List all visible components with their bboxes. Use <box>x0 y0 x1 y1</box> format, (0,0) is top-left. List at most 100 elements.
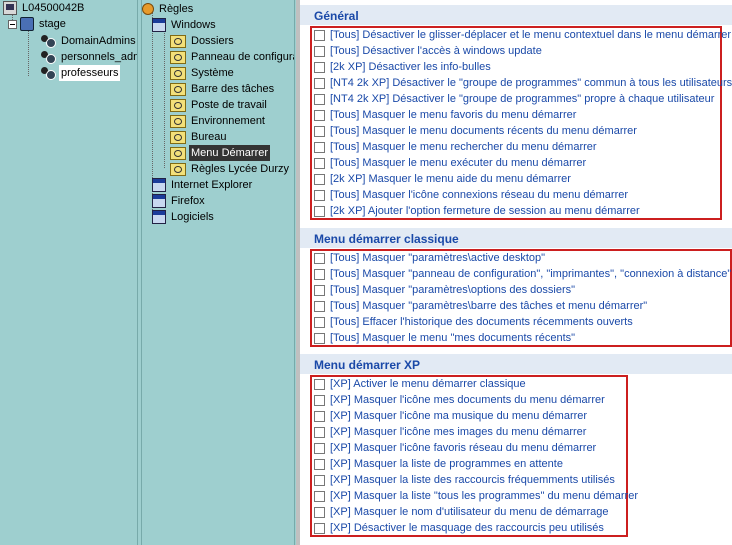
option-checkbox[interactable] <box>314 410 325 422</box>
option-label: [Tous] Masquer le menu exécuter du menu … <box>330 157 587 169</box>
window-icon <box>152 194 166 208</box>
tree-item-windows[interactable]: Windows <box>152 17 218 33</box>
option-row-general[interactable]: [2k XP] Ajouter l'option fermeture de se… <box>314 203 640 219</box>
option-checkbox[interactable] <box>314 506 325 518</box>
tree-item-internet-explorer[interactable]: Internet Explorer <box>152 177 254 193</box>
option-checkbox[interactable] <box>314 394 325 406</box>
tree-item-computer[interactable]: L04500042B <box>3 0 86 16</box>
option-checkbox[interactable] <box>314 205 325 217</box>
option-checkbox[interactable] <box>314 93 325 105</box>
option-checkbox[interactable] <box>314 284 325 296</box>
option-row-xp[interactable]: [XP] Masquer la liste de programmes en a… <box>314 456 563 472</box>
option-checkbox[interactable] <box>314 173 325 185</box>
option-row-general[interactable]: [Tous] Masquer le menu documents récents… <box>314 123 637 139</box>
tree-item-regles-lycee[interactable]: Règles Lycée Durzy <box>170 161 291 177</box>
option-checkbox[interactable] <box>314 268 325 280</box>
option-checkbox[interactable] <box>314 332 325 344</box>
settings-pane: Général Menu démarrer classique Menu dém… <box>296 0 732 545</box>
tree-item-bureau[interactable]: Bureau <box>170 129 228 145</box>
tree-item-label: personnels_adm <box>61 51 138 63</box>
window-icon <box>152 210 166 224</box>
option-label: [2k XP] Masquer le menu aide du menu dém… <box>330 173 571 185</box>
option-label: [Tous] Masquer "paramètres\active deskto… <box>330 252 546 264</box>
option-row-xp[interactable]: [XP] Masquer le nom d'utilisateur du men… <box>314 504 608 520</box>
tree-item-personnels-adm[interactable]: personnels_adm <box>40 49 138 65</box>
option-label: [XP] Masquer l'icône mes documents du me… <box>330 394 605 406</box>
option-checkbox[interactable] <box>314 157 325 169</box>
option-checkbox[interactable] <box>314 189 325 201</box>
option-checkbox[interactable] <box>314 442 325 454</box>
option-checkbox[interactable] <box>314 378 325 390</box>
option-checkbox[interactable] <box>314 77 325 89</box>
tree-item-systeme[interactable]: Système <box>170 65 236 81</box>
rules-tree-pane: Règles Windows Dossiers Panneau de confi… <box>141 0 295 545</box>
tree-item-stage[interactable]: stage <box>8 16 68 32</box>
option-checkbox[interactable] <box>314 426 325 438</box>
tree-item-regles[interactable]: Règles <box>142 1 195 17</box>
tree-item-label: Menu Démarrer <box>189 145 271 161</box>
option-checkbox[interactable] <box>314 109 325 121</box>
option-row-general[interactable]: [2k XP] Masquer le menu aide du menu dém… <box>314 171 571 187</box>
option-label: [XP] Masquer la liste "tous les programm… <box>330 490 638 502</box>
tree-item-environnement[interactable]: Environnement <box>170 113 267 129</box>
option-checkbox[interactable] <box>314 141 325 153</box>
section-title-classique: Menu démarrer classique <box>314 232 459 246</box>
option-checkbox[interactable] <box>314 252 325 264</box>
option-checkbox[interactable] <box>314 45 325 57</box>
option-row-classique[interactable]: [Tous] Masquer "paramètres\options des d… <box>314 282 575 298</box>
tree-item-panneau[interactable]: Panneau de configura <box>170 49 294 65</box>
option-row-xp[interactable]: [XP] Activer le menu démarrer classique <box>314 376 526 392</box>
option-row-general[interactable]: [Tous] Masquer le menu favoris du menu d… <box>314 107 576 123</box>
option-label: [Tous] Masquer le menu "mes documents ré… <box>330 332 576 344</box>
option-checkbox[interactable] <box>314 458 325 470</box>
option-row-general[interactable]: [NT4 2k XP] Désactiver le "groupe de pro… <box>314 91 714 107</box>
option-checkbox[interactable] <box>314 522 325 534</box>
option-label: [XP] Masquer la liste des raccourcis fré… <box>330 474 615 486</box>
option-label: [Tous] Masquer l'icône connexions réseau… <box>330 189 629 201</box>
tree-item-label: Internet Explorer <box>171 179 253 191</box>
tree-item-poste-travail[interactable]: Poste de travail <box>170 97 269 113</box>
collapse-toggle-icon[interactable] <box>8 19 17 29</box>
option-row-general[interactable]: [Tous] Masquer le menu rechercher du men… <box>314 139 597 155</box>
tree-item-barre-taches[interactable]: Barre des tâches <box>170 81 276 97</box>
option-row-xp[interactable]: [XP] Masquer l'icône favoris réseau du m… <box>314 440 596 456</box>
left-tree-pane: L04500042B stage DomainAdmins personnels… <box>0 0 138 545</box>
option-checkbox[interactable] <box>314 474 325 486</box>
tree-item-professeurs[interactable]: professeurs <box>40 65 121 81</box>
section-title-xp: Menu démarrer XP <box>314 358 421 372</box>
folder-icon <box>170 130 186 144</box>
option-row-classique[interactable]: [Tous] Effacer l'historique des document… <box>314 314 633 330</box>
option-row-xp[interactable]: [XP] Masquer l'icône mes images du menu … <box>314 424 586 440</box>
tree-item-domainadmins[interactable]: DomainAdmins <box>40 33 137 49</box>
option-checkbox[interactable] <box>314 316 325 328</box>
option-row-general[interactable]: [Tous] Désactiver l'accès à windows upda… <box>314 43 542 59</box>
option-row-xp[interactable]: [XP] Masquer la liste "tous les programm… <box>314 488 638 504</box>
tree-item-dossiers[interactable]: Dossiers <box>170 33 236 49</box>
option-row-general[interactable]: [Tous] Masquer l'icône connexions réseau… <box>314 187 628 203</box>
tree-item-firefox[interactable]: Firefox <box>152 193 207 209</box>
tree-item-logiciels[interactable]: Logiciels <box>152 209 216 225</box>
option-checkbox[interactable] <box>314 29 325 41</box>
option-row-xp[interactable]: [XP] Masquer la liste des raccourcis fré… <box>314 472 615 488</box>
section-header-bg <box>300 5 732 25</box>
folder-icon <box>170 34 186 48</box>
option-row-general[interactable]: [Tous] Masquer le menu exécuter du menu … <box>314 155 586 171</box>
option-row-general[interactable]: [NT4 2k XP] Désactiver le "groupe de pro… <box>314 75 732 91</box>
folder-icon <box>170 162 186 176</box>
option-row-classique[interactable]: [Tous] Masquer "paramètres\active deskto… <box>314 250 545 266</box>
folder-icon <box>170 114 186 128</box>
option-row-general[interactable]: [2k XP] Désactiver les info-bulles <box>314 59 491 75</box>
option-row-general[interactable]: [Tous] Désactiver le glisser-déplacer et… <box>314 27 731 43</box>
tree-item-menu-demarrer[interactable]: Menu Démarrer <box>170 145 271 161</box>
tree-item-label: stage <box>39 18 66 30</box>
option-checkbox[interactable] <box>314 300 325 312</box>
option-checkbox[interactable] <box>314 490 325 502</box>
option-row-xp[interactable]: [XP] Masquer l'icône mes documents du me… <box>314 392 605 408</box>
option-row-xp[interactable]: [XP] Masquer l'icône ma musique du menu … <box>314 408 587 424</box>
option-checkbox[interactable] <box>314 61 325 73</box>
option-row-xp[interactable]: [XP] Désactiver le masquage des raccourc… <box>314 520 604 536</box>
option-row-classique[interactable]: [Tous] Masquer le menu "mes documents ré… <box>314 330 575 346</box>
option-row-classique[interactable]: [Tous] Masquer "paramètres\barre des tâc… <box>314 298 647 314</box>
option-row-classique[interactable]: [Tous] Masquer "panneau de configuration… <box>314 266 731 282</box>
option-checkbox[interactable] <box>314 125 325 137</box>
